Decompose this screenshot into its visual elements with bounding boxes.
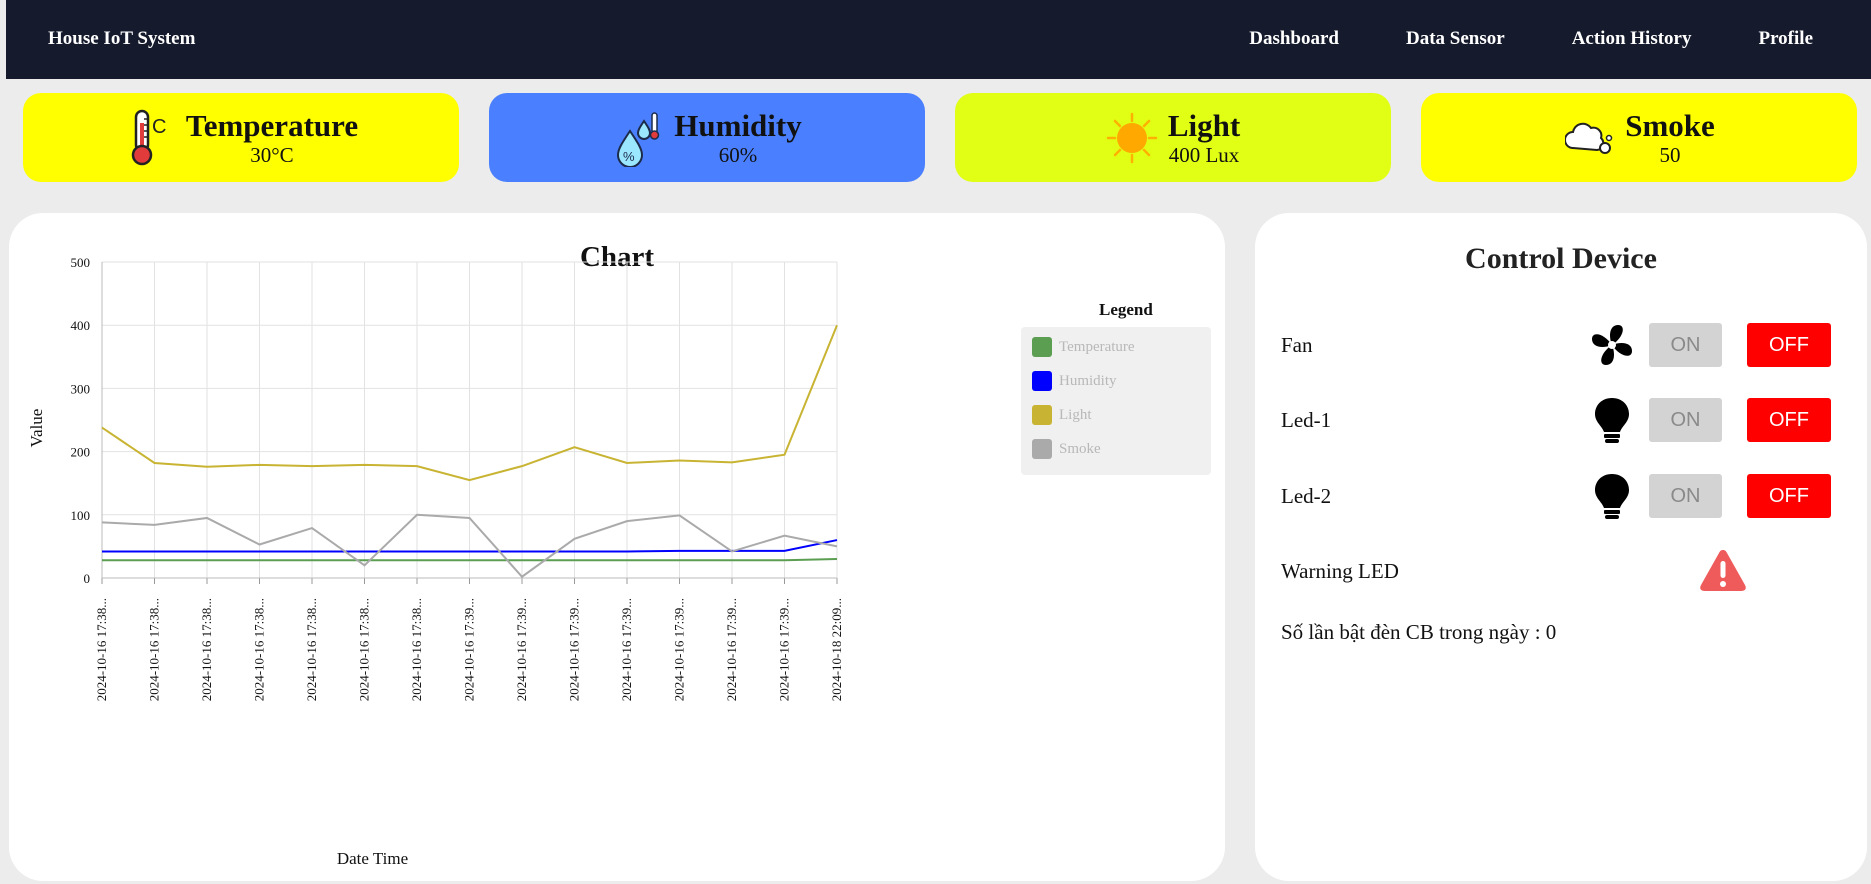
x-tick-label: 2024-10-16 17:39... <box>567 598 582 701</box>
x-tick-label: 2024-10-16 17:39... <box>619 598 634 701</box>
temperature-title: Temperature <box>185 107 359 143</box>
smoke-card: Smoke 50 <box>1421 93 1857 182</box>
legend-box: Temperature Humidity Light Smoke <box>1021 327 1211 475</box>
legend-label-light: Light <box>1059 406 1092 423</box>
led-1-on-button[interactable]: ON <box>1649 398 1722 442</box>
y-tick-label: 200 <box>71 445 91 460</box>
legend-label-temperature: Temperature <box>1059 338 1135 355</box>
fan-off-button[interactable]: OFF <box>1747 323 1831 367</box>
led-2-on-button[interactable]: ON <box>1649 474 1722 518</box>
y-tick-label: 500 <box>71 255 91 270</box>
chart-panel: Chart 0 100 200 300 400 500 2024-10-16 17:38..… <box>9 213 1225 881</box>
humidity-title: Humidity <box>674 107 802 143</box>
smoke-card-text: Smoke 50 <box>1625 107 1715 167</box>
humidity-drops-icon: % <box>612 108 664 168</box>
daily-warning-count: Số lần bật đèn CB trong ngày : 0 <box>1281 620 1557 644</box>
humidity-value: 60% <box>718 142 758 167</box>
navbar: House IoT System Dashboard Data Sensor A… <box>6 0 1871 79</box>
x-tick-label: 2024-10-16 17:38... <box>409 598 424 701</box>
line-chart: 0 100 200 300 400 500 2024-10-16 17:38... 2024-… <box>27 255 844 868</box>
light-card: Light 400 Lux <box>955 93 1391 182</box>
y-tick-label: 0 <box>84 571 91 586</box>
device-label-led-1: Led-1 <box>1281 408 1332 432</box>
device-label-fan: Fan <box>1281 333 1313 357</box>
smoke-value: 50 <box>1659 142 1681 167</box>
humidity-card-text: Humidity 60% <box>674 107 802 167</box>
x-tick-label: 2024-10-16 17:39... <box>777 598 792 701</box>
sun-icon <box>1106 108 1158 168</box>
legend-swatch-temperature <box>1032 337 1052 357</box>
led-1-off-button[interactable]: OFF <box>1747 398 1831 442</box>
led-2-off-button[interactable]: OFF <box>1747 474 1831 518</box>
light-card-text: Light 400 Lux <box>1167 107 1241 167</box>
x-tick-label: 2024-10-16 17:38... <box>94 598 109 701</box>
svg-text:%: % <box>623 149 635 164</box>
warning-triangle-icon <box>1698 547 1748 593</box>
legend-label-humidity: Humidity <box>1059 372 1117 389</box>
nav-link-action-history[interactable]: Action History <box>1572 28 1692 50</box>
x-tick-label: 2024-10-16 17:38... <box>199 598 214 701</box>
control-title: Control Device <box>1465 242 1657 275</box>
smoke-title: Smoke <box>1625 107 1715 143</box>
x-tick-label: 2024-10-16 17:39... <box>724 598 739 701</box>
x-tick-label: 2024-10-16 17:38... <box>304 598 319 701</box>
temperature-value: 30°C <box>250 142 294 167</box>
light-title: Light <box>1167 107 1241 143</box>
legend-item-light[interactable]: Light <box>1032 405 1092 425</box>
legend-swatch-light <box>1032 405 1052 425</box>
x-axis-title: Date Time <box>337 849 408 868</box>
temperature-card: C Temperature 30°C <box>23 93 459 182</box>
humidity-card: % Humidity 60% <box>489 93 925 182</box>
y-axis-title: Value <box>27 409 46 448</box>
brand-title: House IoT System <box>48 28 196 49</box>
temperature-card-text: Temperature 30°C <box>185 107 359 167</box>
light-value: 400 Lux <box>1168 142 1240 167</box>
legend-swatch-smoke <box>1032 439 1052 459</box>
x-tick-label: 2024-10-16 17:38... <box>357 598 372 701</box>
lightbulb-icon <box>1587 396 1637 446</box>
nav-link-data-sensor[interactable]: Data Sensor <box>1406 28 1505 50</box>
x-tick-label: 2024-10-16 17:38... <box>252 598 267 701</box>
nav-link-profile[interactable]: Profile <box>1758 28 1813 50</box>
legend-swatch-humidity <box>1032 371 1052 391</box>
x-tick-label: 2024-10-16 17:38... <box>147 598 162 701</box>
nav-links: Dashboard Data Sensor Action History Pro… <box>1182 28 1813 50</box>
smoke-cloud-icon <box>1563 108 1615 168</box>
legend-title: Legend <box>1099 300 1153 319</box>
svg-text:C: C <box>152 116 166 138</box>
x-tick-label: 2024-10-16 17:39... <box>672 598 687 701</box>
y-tick-label: 300 <box>71 381 91 396</box>
fan-icon <box>1587 320 1637 370</box>
warning-led-label: Warning LED <box>1281 559 1399 583</box>
y-tick-label: 100 <box>71 508 91 523</box>
x-tick-label: 2024-10-18 22:09... <box>829 598 844 701</box>
legend-item-humidity[interactable]: Humidity <box>1032 371 1117 391</box>
nav-link-dashboard[interactable]: Dashboard <box>1249 28 1339 50</box>
x-tick-label: 2024-10-16 17:39... <box>514 598 529 701</box>
device-label-led-2: Led-2 <box>1281 484 1332 508</box>
control-panel: Control Device Fan ON OFF Led-1 ON OFF L… <box>1255 213 1867 881</box>
legend-item-temperature[interactable]: Temperature <box>1032 337 1135 357</box>
thermometer-icon: C <box>124 108 176 168</box>
lightbulb-icon <box>1587 472 1637 522</box>
legend-label-smoke: Smoke <box>1059 440 1101 457</box>
x-tick-label: 2024-10-16 17:39... <box>462 598 477 701</box>
y-tick-label: 400 <box>71 318 91 333</box>
legend-item-smoke[interactable]: Smoke <box>1032 439 1101 459</box>
fan-on-button[interactable]: ON <box>1649 323 1722 367</box>
